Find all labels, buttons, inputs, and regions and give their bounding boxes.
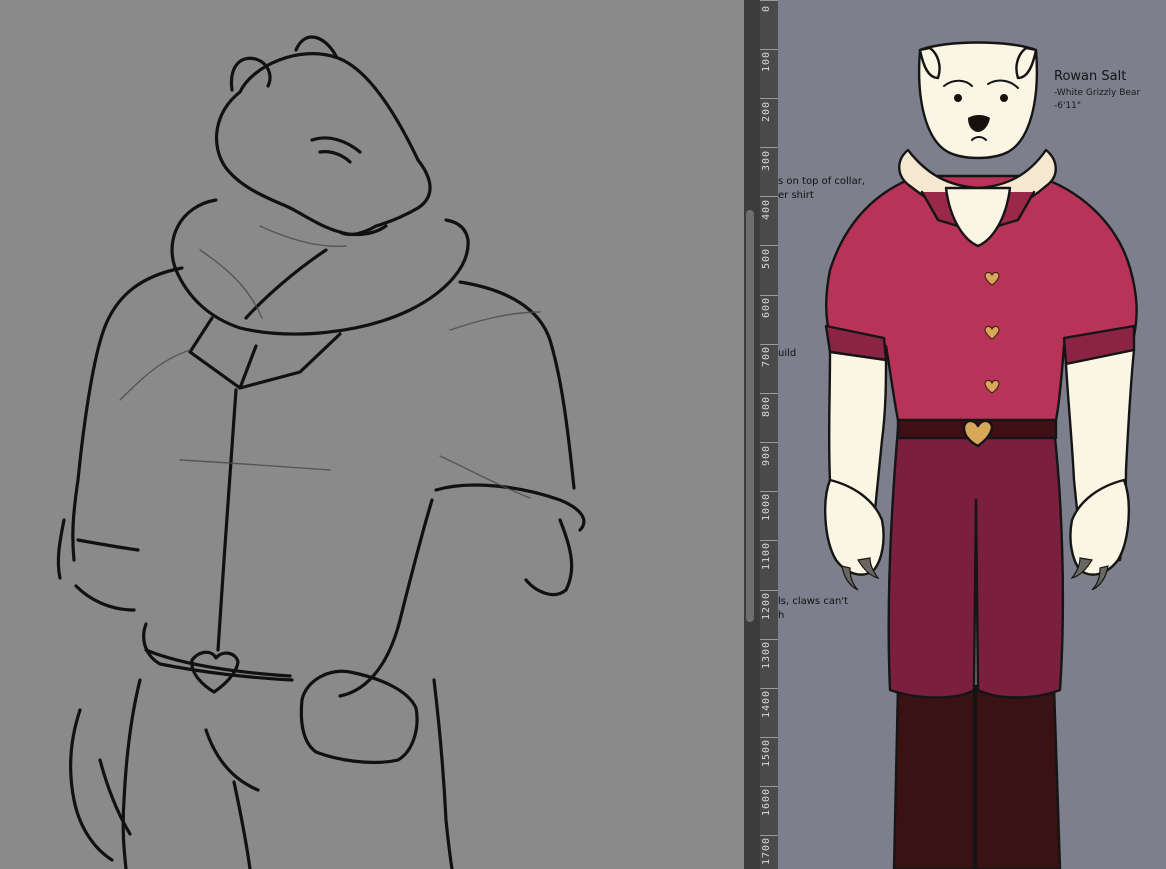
ruler-tick	[760, 737, 778, 738]
ruler-tick	[760, 491, 778, 492]
ruler-label: 0	[761, 4, 772, 12]
ruler-label: 700	[761, 345, 772, 367]
ruler-label: 500	[761, 247, 772, 269]
note-line: uild	[778, 348, 797, 359]
ruler-tick	[760, 98, 778, 99]
bear-reference-drawing	[824, 41, 1138, 869]
note-line: s on top of collar,	[778, 176, 865, 187]
ruler-tick	[760, 393, 778, 394]
ruler-label: 1600	[761, 787, 772, 816]
ruler-label: 600	[761, 296, 772, 318]
ruler-tick	[760, 590, 778, 591]
ruler-label: 400	[761, 198, 772, 220]
ruler-tick	[760, 49, 778, 50]
ruler-label: 300	[761, 149, 772, 171]
character-species: -White Grizzly Bear	[1054, 88, 1141, 98]
ruler-tick	[760, 0, 778, 1]
reference-canvas[interactable]: s on top of collar, er shirt uild ls, cl…	[778, 0, 1166, 869]
ruler-label: 1700	[761, 836, 772, 865]
ruler-label: 1000	[761, 492, 772, 521]
ruler-label: 1500	[761, 738, 772, 767]
ruler-tick	[760, 688, 778, 689]
ruler-label: 1400	[761, 689, 772, 718]
bear-sketch-drawing	[56, 35, 586, 869]
note-line: er shirt	[778, 190, 814, 201]
note-line: ls, claws can't	[778, 596, 848, 607]
sketch-canvas[interactable]	[0, 0, 744, 869]
character-name: Rowan Salt	[1054, 69, 1127, 84]
ruler-tick	[760, 786, 778, 787]
ruler-tick	[760, 147, 778, 148]
ruler-tick	[760, 540, 778, 541]
note-line: h	[778, 610, 785, 621]
ruler-label: 200	[761, 100, 772, 122]
ruler-tick	[760, 344, 778, 345]
ruler-label: 1300	[761, 640, 772, 669]
ruler-label: 1100	[761, 541, 772, 570]
ruler-label: 800	[761, 395, 772, 417]
ruler-tick	[760, 245, 778, 246]
ruler-tick	[760, 835, 778, 836]
ruler-tick	[760, 295, 778, 296]
ruler-tick	[760, 442, 778, 443]
ruler-label: 900	[761, 444, 772, 466]
ruler-tick	[760, 639, 778, 640]
ruler-tick	[760, 196, 778, 197]
ruler-label: 1200	[761, 591, 772, 620]
vertical-ruler: 0 100 200 300 400 500 600 700 800 900 10…	[760, 0, 778, 869]
character-height: -6'11"	[1054, 101, 1082, 111]
ruler-label: 100	[761, 50, 772, 72]
vertical-scrollbar-thumb[interactable]	[746, 210, 754, 622]
